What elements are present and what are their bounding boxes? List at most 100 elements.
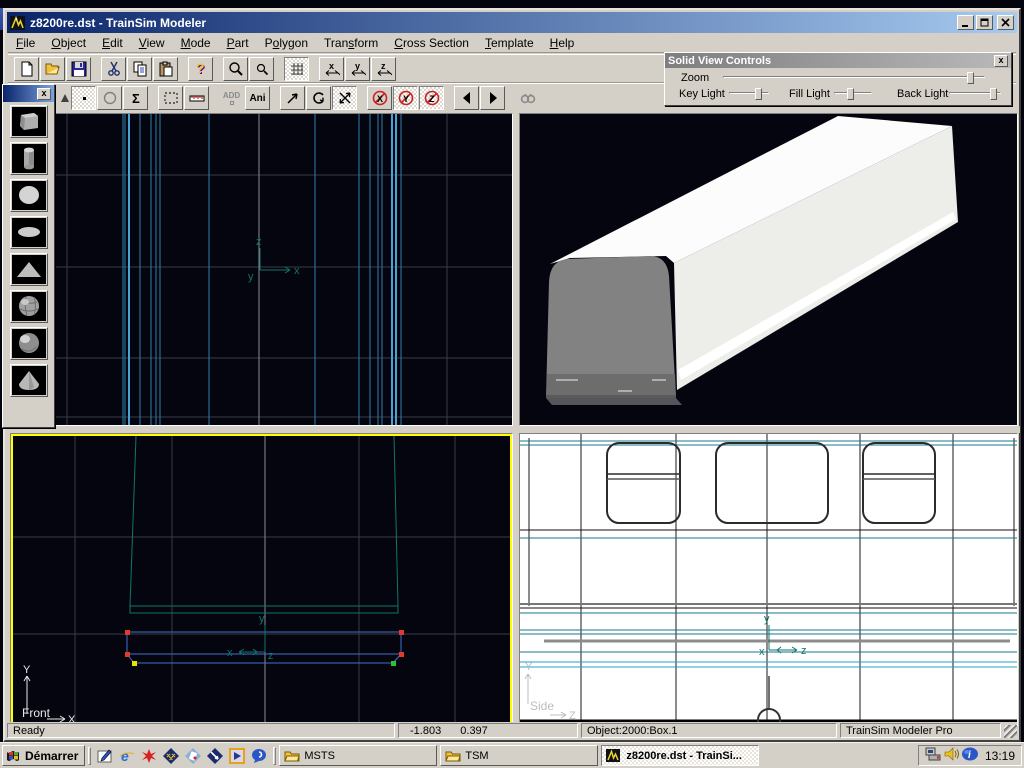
save-button[interactable] (66, 57, 91, 81)
menu-file[interactable]: File (8, 34, 43, 52)
measure-button[interactable] (184, 86, 209, 110)
zoom-slider[interactable] (723, 71, 985, 84)
ellipsoid-primitive-button[interactable] (10, 216, 48, 249)
zoom-slider-track[interactable] (723, 76, 985, 78)
circle-mode-button[interactable] (97, 86, 122, 110)
axis-x-button[interactable]: x (319, 57, 344, 81)
menu-object[interactable]: Object (43, 34, 94, 52)
animate-button[interactable]: Ani (245, 86, 270, 110)
vertex-marker[interactable] (125, 652, 130, 657)
point-mode-button[interactable] (71, 86, 96, 110)
new-file-button[interactable] (14, 57, 39, 81)
fill-light-slider[interactable] (834, 87, 872, 100)
shape-palette-close-icon[interactable]: x (37, 88, 51, 100)
vertex-marker[interactable] (125, 630, 130, 635)
start-button[interactable]: Démarrer (2, 745, 85, 766)
front-view-label: Front (22, 706, 51, 720)
scale-tool-button[interactable] (332, 86, 357, 110)
geosphere-primitive-button[interactable] (10, 290, 48, 323)
menu-transform[interactable]: Transform (316, 34, 386, 52)
copy-button[interactable] (127, 57, 152, 81)
zoom-in-button[interactable] (223, 57, 248, 81)
box-primitive-button[interactable] (10, 105, 48, 138)
task-button-tsm[interactable]: TSM (440, 745, 598, 766)
media-player-icon[interactable] (227, 746, 247, 766)
viewport-top[interactable]: zxy→X (10, 113, 513, 426)
lock-y-button[interactable]: Y (393, 86, 418, 110)
vertex-marker[interactable] (391, 661, 396, 666)
find-button[interactable] (515, 86, 540, 110)
svg-text:?: ? (196, 61, 205, 76)
vertex-marker[interactable] (399, 630, 404, 635)
cut-button[interactable] (101, 57, 126, 81)
smooth-sphere-primitive-button[interactable] (10, 327, 48, 360)
task-button-z8200re-dst-trainsi-[interactable]: z8200re.dst - TrainSi... (601, 745, 759, 766)
zoom-slider-thumb[interactable] (967, 72, 974, 84)
task-button-msts[interactable]: MSTS (279, 745, 437, 766)
menu-cross-section[interactable]: Cross Section (386, 34, 477, 52)
internet-explorer-icon[interactable]: e (117, 746, 137, 766)
viewport-side[interactable]: yxzYSideZ (519, 433, 1018, 726)
zoom-out-button[interactable] (249, 57, 274, 81)
resize-grip[interactable] (1004, 725, 1017, 738)
axis-z-button[interactable]: z (371, 57, 396, 81)
solid-view-controls-close-icon[interactable]: x (994, 55, 1008, 67)
cylinder-primitive-button[interactable] (10, 142, 48, 175)
vertex-marker[interactable] (399, 652, 404, 657)
key-light-slider-thumb[interactable] (755, 88, 762, 100)
marquee-select-button[interactable] (158, 86, 183, 110)
menu-polygon[interactable]: Polygon (257, 34, 316, 52)
move-tool-button[interactable] (280, 86, 305, 110)
open-file-button[interactable] (40, 57, 65, 81)
title-bar[interactable]: z8200re.dst - TrainSim Modeler (7, 12, 1017, 33)
svg-text:X: X (377, 94, 383, 104)
lock-z-button[interactable]: Z (419, 86, 444, 110)
maximize-button[interactable] (976, 15, 993, 30)
cone-primitive-button[interactable] (10, 253, 48, 286)
fill-light-slider-thumb[interactable] (847, 88, 854, 100)
top-axis-x-label: x (294, 265, 300, 277)
sphere-primitive-button[interactable] (10, 179, 48, 212)
draw-arrow-icon[interactable] (205, 746, 225, 766)
hidden-partial-button[interactable] (60, 86, 70, 110)
menu-edit[interactable]: Edit (94, 34, 131, 52)
volume-icon[interactable] (943, 746, 959, 765)
add-button[interactable]: ADD (219, 86, 244, 110)
task-button-label: TSM (465, 750, 488, 762)
key-light-slider-track[interactable] (729, 92, 769, 94)
viewport-front[interactable]: yxzYFrontX (10, 433, 513, 726)
axis-y-button[interactable]: y (345, 57, 370, 81)
key-light-slider[interactable] (729, 87, 769, 100)
rotate-tool-button[interactable] (306, 86, 331, 110)
grid-toggle-button[interactable] (284, 57, 309, 81)
dome-primitive-button[interactable] (10, 364, 48, 397)
info-bubble-icon[interactable]: i (961, 746, 979, 765)
menu-view[interactable]: View (131, 34, 173, 52)
menu-mode[interactable]: Mode (173, 34, 219, 52)
paste-button[interactable] (153, 57, 178, 81)
chat-bubble-icon[interactable] (249, 746, 269, 766)
dark-grid-icon[interactable] (161, 746, 181, 766)
close-button[interactable] (997, 15, 1014, 30)
horizontal-splitter[interactable] (8, 426, 1020, 433)
lock-x-button[interactable]: X (367, 86, 392, 110)
red-star-icon[interactable] (139, 746, 159, 766)
menu-help[interactable]: Help (542, 34, 583, 52)
note-diamond-icon[interactable] (183, 746, 203, 766)
minimize-button[interactable] (957, 15, 974, 30)
back-light-slider-thumb[interactable] (990, 88, 997, 100)
menu-template[interactable]: Template (477, 34, 542, 52)
help-button[interactable]: ?? (188, 57, 213, 81)
viewport-perspective[interactable] (519, 113, 1018, 426)
next-button[interactable] (480, 86, 505, 110)
tsm-app-icon (606, 749, 622, 763)
show-desktop-icon[interactable] (95, 746, 115, 766)
menu-part[interactable]: Part (219, 34, 257, 52)
solid-view-controls-titlebar[interactable]: Solid View Controls x (665, 53, 1011, 68)
vertex-marker[interactable] (132, 661, 137, 666)
back-light-slider[interactable] (949, 87, 1001, 100)
shape-palette-titlebar[interactable]: x (3, 85, 54, 102)
spline-button[interactable]: Σ (123, 86, 148, 110)
prev-button[interactable] (454, 86, 479, 110)
print-device-icon[interactable] (925, 746, 941, 765)
